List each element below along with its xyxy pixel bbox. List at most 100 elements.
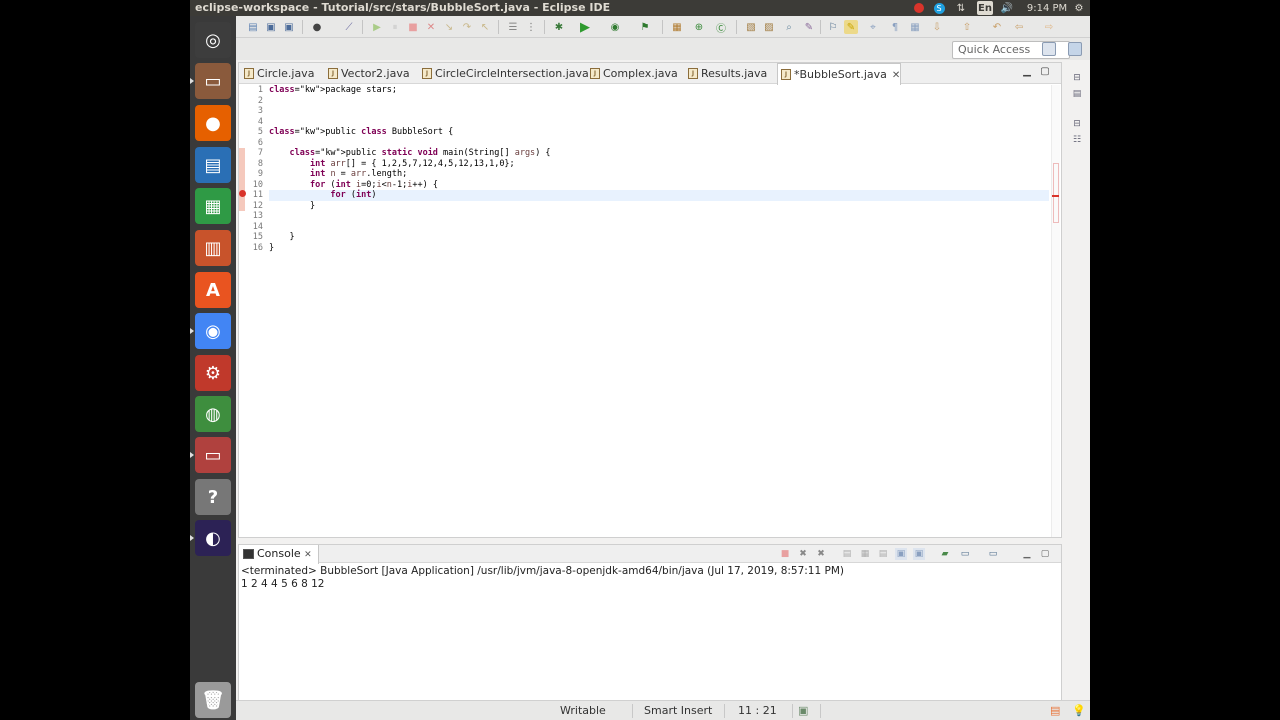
- code-line[interactable]: class="kw">public static void main(Strin…: [269, 148, 1049, 159]
- progress-icon[interactable]: ▣: [798, 704, 808, 717]
- remove-launch-icon[interactable]: ✖: [797, 548, 809, 560]
- step-over-icon[interactable]: ↷: [460, 20, 474, 34]
- code-line[interactable]: [269, 96, 1049, 107]
- next-annotation-icon[interactable]: ⇩: [930, 20, 944, 34]
- task-list-icon[interactable]: ⊟: [1071, 118, 1083, 130]
- console-minimize-icon[interactable]: ▁: [1021, 548, 1033, 560]
- code-line[interactable]: class="kw">package stars;: [269, 85, 1049, 96]
- insert-mode-status[interactable]: Smart Insert: [644, 704, 712, 717]
- resume-icon[interactable]: ▶: [370, 20, 384, 34]
- globe-icon[interactable]: ◍: [195, 396, 231, 432]
- files-icon-2[interactable]: ▭: [190, 437, 231, 473]
- new-file-icon[interactable]: ▤: [246, 20, 260, 34]
- prev-annotation-icon[interactable]: ⇧: [960, 20, 974, 34]
- display-console-icon[interactable]: ▭: [959, 548, 971, 560]
- code-line[interactable]: [269, 117, 1049, 128]
- run-icon[interactable]: ▶: [578, 20, 592, 35]
- debug-perspective-icon[interactable]: ●: [310, 20, 324, 34]
- firefox-icon[interactable]: ●: [195, 105, 231, 141]
- eclipse-icon[interactable]: ◐: [190, 520, 231, 556]
- forward-icon[interactable]: ⇨: [1042, 20, 1056, 34]
- code-line[interactable]: [269, 211, 1049, 222]
- step-into-icon[interactable]: ↘: [442, 20, 456, 34]
- code-line[interactable]: class="kw">public class BubbleSort {: [269, 127, 1049, 138]
- notification-icon[interactable]: ▤: [1050, 704, 1060, 717]
- maximize-icon[interactable]: ▢: [1039, 66, 1051, 78]
- debug-icon[interactable]: ✱: [552, 20, 566, 34]
- step-return-icon[interactable]: ↖: [478, 20, 492, 34]
- files-icon[interactable]: ▭: [190, 63, 231, 99]
- restore-outline-icon[interactable]: ⊟: [1071, 72, 1083, 84]
- skype-icon[interactable]: S: [932, 1, 946, 15]
- tip-icon[interactable]: 💡: [1072, 704, 1086, 717]
- pin-editor-icon[interactable]: ▦: [908, 20, 922, 34]
- libreoffice-calc-icon[interactable]: ▦: [195, 188, 231, 224]
- show-whitespace-icon[interactable]: ¶: [888, 20, 902, 34]
- skip-breakpoints-icon[interactable]: ⟋: [342, 20, 356, 34]
- tab-circlecircleintersection-java[interactable]: J CircleCircleIntersection.java: [419, 63, 589, 84]
- code-line[interactable]: [269, 222, 1049, 233]
- update-icon[interactable]: [912, 1, 926, 15]
- code-line[interactable]: int arr[] = { 1,2,5,7,12,4,5,12,13,1,0};: [269, 159, 1049, 170]
- terminate-console-icon[interactable]: ■: [779, 548, 791, 560]
- new-package-icon[interactable]: ⊕: [692, 20, 706, 34]
- software-center-icon[interactable]: A: [195, 272, 231, 308]
- tab-vector2-java[interactable]: J Vector2.java: [325, 63, 413, 84]
- clear-console-icon[interactable]: ▤: [841, 548, 853, 560]
- code-line[interactable]: [269, 138, 1049, 149]
- scroll-lock-icon[interactable]: ▦: [859, 548, 871, 560]
- code-line[interactable]: for (int i=0;i<n-1;i++) {: [269, 180, 1049, 191]
- console-maximize-icon[interactable]: ▢: [1039, 548, 1051, 560]
- save-all-icon[interactable]: ▣: [282, 20, 296, 34]
- mark-occurrences-icon[interactable]: ✎: [844, 20, 858, 34]
- system-settings-icon[interactable]: ⚙: [195, 355, 231, 391]
- open-type-icon[interactable]: ▧: [744, 20, 758, 34]
- code-text[interactable]: class="kw">package stars; class="kw">publ…: [269, 85, 1049, 253]
- code-line[interactable]: int n = arr.length;: [269, 169, 1049, 180]
- last-edit-location-icon[interactable]: ↶: [990, 20, 1004, 34]
- close-tab-icon[interactable]: ✕: [892, 70, 900, 81]
- block-selection-icon[interactable]: ⌖: [866, 20, 880, 34]
- ubuntu-dash-icon[interactable]: ◎: [195, 22, 231, 58]
- clock[interactable]: 9:14 PM: [1026, 1, 1068, 15]
- search-icon[interactable]: ⌕: [782, 20, 796, 34]
- volume-icon[interactable]: 🔊: [1000, 1, 1014, 15]
- terminate-icon[interactable]: ■: [406, 20, 420, 34]
- toggle-ant-icon[interactable]: ⚐: [826, 20, 840, 34]
- back-icon[interactable]: ⇦: [1012, 20, 1026, 34]
- tab-circle-java[interactable]: J Circle.java: [241, 63, 321, 84]
- console-output[interactable]: 1 2 4 4 5 6 8 12: [241, 578, 325, 590]
- code-line[interactable]: }: [269, 243, 1049, 254]
- save-icon[interactable]: ▣: [264, 20, 278, 34]
- chrome-icon[interactable]: ◉: [190, 313, 231, 349]
- trash-icon[interactable]: 🗑: [195, 682, 231, 718]
- libreoffice-impress-icon[interactable]: ▥: [195, 230, 231, 266]
- show-on-output-icon[interactable]: ▣: [895, 548, 907, 560]
- keyboard-layout-indicator[interactable]: En: [977, 1, 993, 15]
- toggle-mark-icon[interactable]: ✎: [802, 20, 816, 34]
- coverage-icon[interactable]: ◉: [608, 20, 622, 34]
- libreoffice-writer-icon[interactable]: ▤: [195, 147, 231, 183]
- outline-view-icon[interactable]: ▤: [1071, 88, 1083, 100]
- help-icon[interactable]: ?: [195, 479, 231, 515]
- disconnect-icon[interactable]: ✕: [424, 20, 438, 34]
- console-tab[interactable]: Console ✕: [239, 545, 319, 564]
- new-class-icon[interactable]: Ⓒ: [714, 20, 728, 35]
- overview-ruler[interactable]: [1051, 85, 1060, 537]
- code-line[interactable]: [269, 106, 1049, 117]
- open-console-icon[interactable]: ▭: [987, 548, 999, 560]
- open-task-icon[interactable]: ▨: [762, 20, 776, 34]
- new-java-project-icon[interactable]: ▦: [670, 20, 684, 34]
- tab-results-java[interactable]: J Results.java: [685, 63, 769, 84]
- pin-console-icon[interactable]: ▰: [939, 548, 951, 560]
- minimize-icon[interactable]: ▁: [1021, 66, 1033, 78]
- code-line[interactable]: for (int): [269, 190, 1049, 201]
- close-console-icon[interactable]: ✕: [304, 550, 312, 560]
- java-perspective-icon[interactable]: [1068, 42, 1082, 56]
- power-gear-icon[interactable]: ⚙: [1072, 1, 1086, 15]
- open-perspective-icon[interactable]: [1042, 42, 1056, 56]
- word-wrap-icon[interactable]: ▤: [877, 548, 889, 560]
- tab-bubblesort-java[interactable]: J *BubbleSort.java ✕: [777, 63, 901, 85]
- network-icon[interactable]: ⇅: [954, 1, 968, 15]
- remove-all-terminated-icon[interactable]: ✖: [815, 548, 827, 560]
